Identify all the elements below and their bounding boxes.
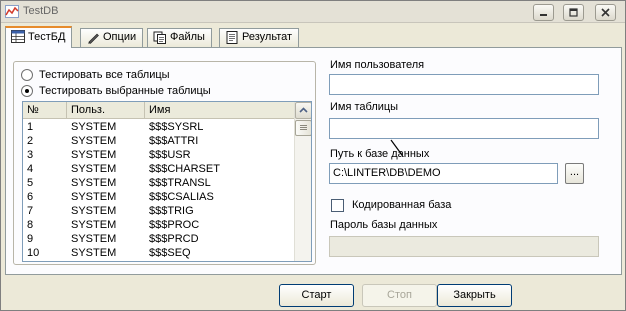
title-bar[interactable]: TestDB: [1, 1, 625, 23]
username-label: Имя пользователя: [330, 59, 425, 71]
row-user: SYSTEM: [71, 233, 117, 245]
db-password-label: Пароль базы данных: [330, 219, 438, 231]
table-row[interactable]: 8 SYSTEM $$$PROC: [23, 218, 295, 232]
list-scrollbar[interactable]: [294, 102, 311, 261]
files-icon: [153, 31, 166, 44]
row-user: SYSTEM: [71, 247, 117, 259]
minimize-icon: [540, 14, 547, 16]
window-title: TestDB: [23, 5, 59, 17]
minimize-button[interactable]: [533, 4, 554, 21]
radio-button-checked[interactable]: [21, 85, 33, 97]
grip-icon: [300, 125, 307, 130]
row-user: SYSTEM: [71, 205, 117, 217]
browse-button[interactable]: ...: [565, 163, 584, 184]
row-user: SYSTEM: [71, 219, 117, 231]
db-password-field[interactable]: [329, 236, 599, 257]
row-user: SYSTEM: [71, 149, 117, 161]
encrypted-db-checkbox[interactable]: [331, 199, 344, 212]
close-icon: [601, 8, 610, 17]
app-window: TestDB ТестБД Опции Файлы Результат Тест…: [0, 0, 626, 311]
start-button[interactable]: Старт: [279, 284, 354, 307]
restore-icon: [569, 8, 578, 17]
tab-testdb-label: ТестБД: [28, 31, 66, 43]
table-row[interactable]: 6 SYSTEM $$$CSALIAS: [23, 190, 295, 204]
stop-button[interactable]: Стоп: [362, 284, 437, 307]
column-header-number[interactable]: №: [23, 102, 67, 119]
row-number: 9: [27, 233, 34, 245]
row-number: 10: [27, 247, 40, 259]
mouse-cursor-icon: [390, 139, 403, 156]
table-row[interactable]: 5 SYSTEM $$$TRANSL: [23, 176, 295, 190]
row-number: 8: [27, 219, 34, 231]
row-name: $$$USR: [149, 149, 191, 161]
table-list[interactable]: № Польз. Имя 1 SYSTEM $$$SYSRL 2 SYSTEM $$$A…: [22, 101, 312, 262]
tab-files[interactable]: Файлы: [147, 28, 212, 47]
row-name: $$$TRANSL: [149, 177, 211, 189]
tab-files-label: Файлы: [170, 31, 205, 43]
row-user: SYSTEM: [71, 191, 117, 203]
row-user: SYSTEM: [71, 135, 117, 147]
close-button[interactable]: Закрыть: [437, 284, 512, 307]
row-name: $$$PRCD: [149, 233, 199, 245]
tab-results-label: Результат: [242, 31, 293, 43]
encrypted-db-label: Кодированная база: [352, 199, 452, 211]
row-user: SYSTEM: [71, 121, 117, 133]
row-number: 2: [27, 135, 34, 147]
radio-selected-tables[interactable]: Тестировать выбранные таблицы: [21, 84, 211, 98]
row-name: $$$TRIG: [149, 205, 194, 217]
table-row[interactable]: 4 SYSTEM $$$CHARSET: [23, 162, 295, 176]
column-header-name[interactable]: Имя: [145, 102, 295, 119]
row-name: $$$ATTRI: [149, 135, 199, 147]
restore-button[interactable]: [563, 4, 584, 21]
table-row[interactable]: 2 SYSTEM $$$ATTRI: [23, 134, 295, 148]
tablename-label: Имя таблицы: [330, 101, 399, 113]
app-icon: [5, 5, 19, 18]
grid-icon: [11, 30, 25, 43]
row-number: 5: [27, 177, 34, 189]
pencil-icon: [88, 33, 99, 44]
row-number: 4: [27, 163, 34, 175]
tab-testdb[interactable]: ТестБД: [5, 26, 73, 48]
chevron-up-icon: [299, 107, 308, 113]
column-header-user[interactable]: Польз.: [67, 102, 145, 119]
row-number: 3: [27, 149, 34, 161]
row-number: 6: [27, 191, 34, 203]
row-name: $$$SYSRL: [149, 121, 204, 133]
table-row[interactable]: 9 SYSTEM $$$PRCD: [23, 232, 295, 246]
tab-results[interactable]: Результат: [219, 28, 300, 47]
row-number: 1: [27, 121, 34, 133]
radio-selected-tables-label: Тестировать выбранные таблицы: [39, 85, 211, 97]
table-row[interactable]: 3 SYSTEM $$$USR: [23, 148, 295, 162]
table-row[interactable]: 7 SYSTEM $$$TRIG: [23, 204, 295, 218]
row-user: SYSTEM: [71, 177, 117, 189]
db-path-label: Путь к базе данных: [330, 148, 430, 160]
scroll-thumb[interactable]: [295, 120, 311, 136]
row-user: SYSTEM: [71, 163, 117, 175]
row-name: $$$PROC: [149, 219, 200, 231]
close-window-button[interactable]: [595, 4, 616, 21]
table-row[interactable]: 1 SYSTEM $$$SYSRL: [23, 120, 295, 134]
tablename-field[interactable]: [329, 118, 599, 139]
row-name: $$$CSALIAS: [149, 191, 214, 203]
table-row[interactable]: 10 SYSTEM $$$SEQ: [23, 246, 295, 260]
radio-all-tables[interactable]: Тестировать все таблицы: [21, 68, 170, 82]
db-path-field[interactable]: C:\LINTER\DB\DEMO: [329, 163, 558, 184]
row-name: $$$SEQ: [149, 247, 191, 259]
table-list-rows: 1 SYSTEM $$$SYSRL 2 SYSTEM $$$ATTRI 3 SYSTEM $…: [23, 120, 295, 260]
radio-button[interactable]: [21, 69, 33, 81]
row-number: 7: [27, 205, 34, 217]
scroll-up-button[interactable]: [295, 102, 311, 119]
username-field[interactable]: [329, 74, 599, 95]
tab-options-label: Опции: [103, 31, 137, 43]
report-icon: [226, 31, 238, 44]
tab-options[interactable]: Опции: [80, 28, 144, 47]
row-name: $$$CHARSET: [149, 163, 220, 175]
radio-all-tables-label: Тестировать все таблицы: [39, 69, 170, 81]
table-list-header: № Польз. Имя: [23, 102, 295, 119]
